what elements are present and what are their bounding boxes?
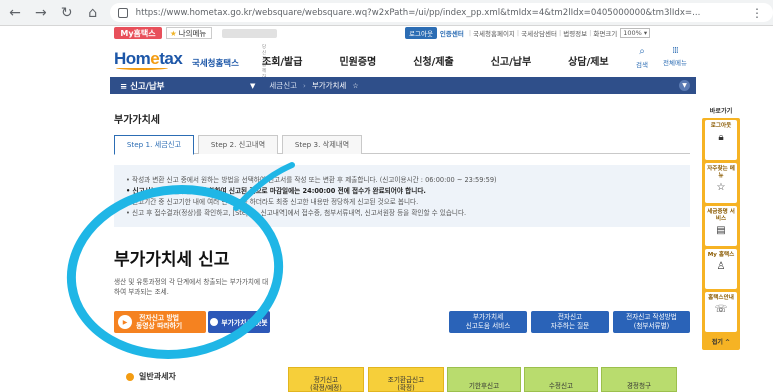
bullet-icon — [126, 372, 134, 381]
video-guide-button[interactable]: ▶ 전자신고 방법 동영상 따라하기 — [114, 311, 206, 333]
sidebar-panel: 로그아웃 🔒︎ 자주찾는 메뉴 ☆ 세금증명 서비스 ▤ My 홈택스 ♙ 홈택… — [702, 118, 740, 350]
gnb-inquiry[interactable]: 조회/발급 — [262, 53, 302, 68]
star-icon: ★ — [170, 28, 177, 38]
search-icon: ⌕ — [639, 46, 645, 57]
tab-step1[interactable]: Step 1. 세금신고 — [114, 135, 194, 155]
url-text: https://www.hometax.go.kr/websquare/webs… — [135, 7, 701, 18]
screen-size-label: 화면크기 — [593, 30, 618, 38]
nts-homepage-link[interactable]: 국세청홈페이지 — [473, 28, 515, 38]
browser-menu-icon[interactable]: ⋮ — [751, 6, 763, 20]
step-tabs: Step 1. 세금신고 Step 2. 신고내역 Step 3. 삭제내역 — [114, 135, 690, 155]
breadcrumb-vat[interactable]: 부가가치세 — [312, 80, 347, 91]
notice-line: 신고 후 접수결과(정상)를 확인하고, [Step 2. 신고내역]에서 접수… — [126, 208, 678, 219]
person-icon: ♙ — [716, 261, 726, 272]
tab-step3[interactable]: Step 3. 삭제내역 — [282, 135, 362, 154]
tab-step2[interactable]: Step 2. 신고내역 — [198, 135, 278, 154]
chevron-down-icon[interactable]: ▼ — [679, 80, 690, 91]
gnb-certificate[interactable]: 민원증명 — [339, 53, 376, 68]
play-icon: ▶ — [118, 315, 132, 329]
faq-button[interactable]: 전자신고 자주하는 질문 — [531, 311, 609, 333]
sidebar-item-favorites[interactable]: 자주찾는 메뉴 ☆ — [705, 163, 737, 203]
consult-center-link[interactable]: 국세상담센터 — [521, 28, 557, 38]
global-nav: 조회/발급 민원증명 신청/제출 신고/납부 상담/제보 — [262, 53, 646, 68]
cert-center-link[interactable]: 인증센터 — [440, 28, 464, 38]
address-bar[interactable]: https://www.hometax.go.kr/websquare/webs… — [109, 3, 773, 22]
vat-help-service-button[interactable]: 부가가치세 신고도움 서비스 — [449, 311, 527, 333]
lock-icon: 🔒︎ — [718, 132, 724, 143]
hero-title: 부가가치세 신고 — [114, 250, 230, 270]
reload-icon[interactable]: ↻ — [56, 2, 78, 24]
location-title[interactable]: ≡ 신고/납부 — [120, 80, 250, 92]
notice-box: 작성과 변환 신고 중에서 원하는 방법을 선택하여 신고서를 작성 또는 변환… — [114, 165, 690, 227]
notice-line: 신고서는 정상 접수된 것에 한하여 신고된 것으로 마감일에는 24:00:0… — [126, 186, 678, 197]
chatbot-icon — [210, 318, 219, 326]
utility-links: 로그아웃 인증센터 | 국세청홈페이지 | 국세상담센터 | 법령정보 | 화면… — [405, 27, 651, 39]
grid-icon: ⁞⁞⁞ — [672, 46, 679, 56]
guide-icon: ☏ — [714, 304, 728, 315]
hometax-logo[interactable]: 당신과 함께하는 Hometax 국세청홈택스 — [114, 44, 266, 86]
redacted-user-info — [222, 29, 277, 38]
page-title: 부가가치세 — [114, 115, 160, 126]
my-menu-button[interactable]: ★ 나의메뉴 — [166, 27, 212, 39]
sidebar-title: 바로가기 — [709, 108, 733, 115]
logout-button[interactable]: 로그아웃 — [405, 27, 437, 39]
utility-bar: My홈택스 ★ 나의메뉴 로그아웃 인증센터 | 국세청홈페이지 | 국세상담센… — [0, 26, 773, 40]
amended-filing-button[interactable]: 수정신고 — [524, 367, 598, 392]
notice-line: 작성과 변환 신고 중에서 원하는 방법을 선택하여 신고서를 작성 또는 변환… — [126, 175, 678, 186]
gnb-application[interactable]: 신청/제출 — [413, 53, 453, 68]
browser-toolbar: ← → ↻ ⌂ https://www.hometax.go.kr/websqu… — [0, 0, 773, 26]
sidebar-item-my-hometax[interactable]: My 홈택스 ♙ — [705, 249, 737, 289]
site-header: 당신과 함께하는 Hometax 국세청홈택스 조회/발급 민원증명 신청/제출… — [0, 40, 773, 86]
hero-description: 생산 및 유통과정의 각 단계에서 창출되는 부가가치에 대하여 부과되는 조세… — [114, 278, 269, 296]
collapse-button[interactable]: 접기 ^ — [702, 335, 740, 348]
back-icon[interactable]: ← — [4, 2, 26, 24]
late-filing-button[interactable]: 기한후신고 — [447, 367, 521, 392]
my-menu-label: 나의메뉴 — [178, 28, 207, 38]
forward-icon[interactable]: → — [30, 2, 52, 24]
home-icon[interactable]: ⌂ — [82, 2, 104, 24]
sidebar-item-logout[interactable]: 로그아웃 🔒︎ — [705, 120, 737, 160]
regular-filing-button[interactable]: 정기신고 (확정/예정) — [288, 367, 364, 392]
gnb-filing[interactable]: 신고/납부 — [491, 53, 531, 68]
sidebar-item-certificates[interactable]: 세금증명 서비스 ▤ — [705, 206, 737, 246]
notice-line: 신고기간 중 신고기한 내에 여러 번 신고를 하더라도 최종 신고한 내용만 … — [126, 197, 678, 208]
gnb-consult[interactable]: 상담/제보 — [568, 53, 608, 68]
all-menu-button[interactable]: ⁞⁞⁞ 전체메뉴 — [660, 46, 690, 67]
lock-icon — [117, 7, 128, 18]
location-bar: ≡ 신고/납부 ▼ 세금신고 › 부가가치세 ☆ ▼ — [110, 77, 696, 94]
correction-claim-button[interactable]: 경정청구 — [601, 367, 677, 392]
search-button[interactable]: ⌕ 검색 — [632, 46, 652, 69]
sidebar-item-guide[interactable]: 홈택스안내 ☏ — [705, 292, 737, 332]
my-hometax-button[interactable]: My홈택스 — [114, 27, 162, 39]
dropdown-arrow-icon[interactable]: ▼ — [250, 82, 255, 90]
star-icon: ☆ — [716, 182, 726, 193]
vat-chatbot-button[interactable]: 부가가치세 챗봇 — [208, 311, 270, 333]
law-info-link[interactable]: 법령정보 — [563, 28, 587, 38]
zoom-select[interactable]: 100% ▾ — [620, 28, 651, 38]
filing-guide-button[interactable]: 전자신고 작성방법 (첨부서류별) — [613, 311, 690, 333]
favorite-star-icon[interactable]: ☆ — [352, 82, 358, 90]
section-general-taxpayer: 일반과세자 — [126, 371, 176, 382]
document-icon: ▤ — [716, 225, 726, 236]
early-refund-button[interactable]: 조기환급신고 (확정) — [368, 367, 444, 392]
quick-links-sidebar: 바로가기 로그아웃 🔒︎ 자주찾는 메뉴 ☆ 세금증명 서비스 ▤ My 홈택스… — [702, 106, 740, 350]
breadcrumb-tax-filing[interactable]: 세금신고 — [269, 80, 297, 91]
